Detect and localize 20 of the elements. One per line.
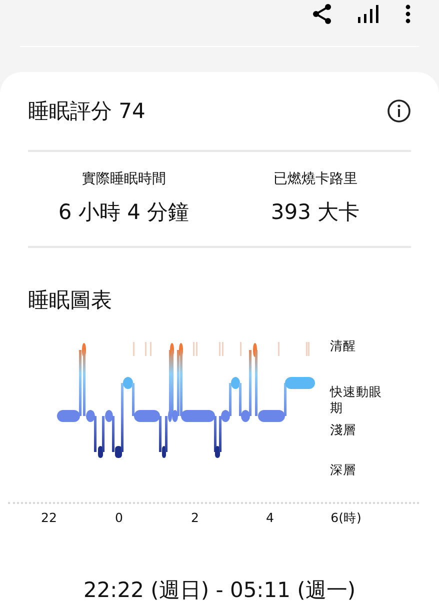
stat-label: 實際睡眠時間 bbox=[82, 170, 166, 188]
time-range: 22:22 (週日) - 05:11 (週一) bbox=[82, 577, 357, 604]
stage-label: 深層 bbox=[330, 462, 357, 479]
chart-title: 睡眠圖表 bbox=[28, 287, 113, 314]
chart-icon[interactable] bbox=[357, 4, 379, 23]
share-icon[interactable] bbox=[313, 4, 331, 24]
stat-label: 已燃燒卡路里 bbox=[273, 170, 358, 188]
info-icon[interactable] bbox=[387, 99, 411, 123]
stat-value: 6 小時 4 分鐘 bbox=[58, 199, 190, 226]
stage-label: 快速動眼期 bbox=[330, 384, 383, 417]
axis-label: 4 bbox=[266, 510, 274, 525]
axis-label: 0 bbox=[115, 510, 123, 525]
stage-label: 清醒 bbox=[330, 338, 357, 355]
stat-value: 393 大卡 bbox=[270, 199, 360, 226]
axis-label: 6(時) bbox=[330, 510, 362, 527]
axis-label: 22 bbox=[41, 510, 57, 525]
stage-label: 淺層 bbox=[330, 422, 357, 439]
axis-label: 2 bbox=[191, 510, 199, 525]
more-icon[interactable] bbox=[405, 4, 411, 24]
sleep-score-title: 睡眠評分 74 bbox=[28, 98, 146, 125]
